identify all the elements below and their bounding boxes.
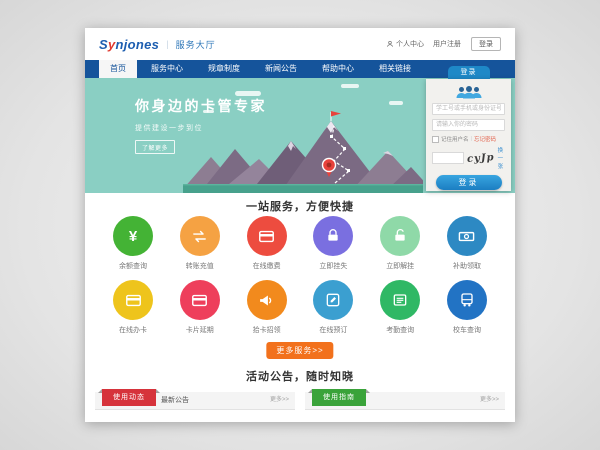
logo-prefix: S bbox=[99, 37, 108, 52]
service-label: 余额查询 bbox=[109, 261, 157, 271]
announcements-right-panel: 使用指南 更多>> bbox=[305, 392, 505, 410]
service-transfer-recharge[interactable]: 转账充值 bbox=[176, 216, 224, 271]
announcements-section-title: 活动公告，随时知晓 bbox=[85, 368, 515, 384]
remember-separator: | bbox=[471, 136, 472, 142]
transfer-arrows-icon bbox=[180, 216, 220, 256]
service-lost-card-claim[interactable]: 拾卡招领 bbox=[243, 280, 291, 335]
services-row-2: 在线办卡 卡片延期 拾卡招领 在线预订 bbox=[109, 280, 491, 335]
service-label: 立即挂失 bbox=[309, 261, 357, 271]
service-label: 在线预订 bbox=[309, 325, 357, 335]
login-panel-body: 记住用户名 | 忘记密码 cyJp 换一张 登录 bbox=[426, 79, 511, 191]
service-balance-inquiry[interactable]: ¥ 余额查询 bbox=[109, 216, 157, 271]
portal-page: Synjones | 服务大厅 个人中心 用户注册 登录 首页 服务中心 规章制… bbox=[85, 28, 515, 422]
card-icon bbox=[113, 280, 153, 320]
service-subsidy-collection[interactable]: 补助领取 bbox=[443, 216, 491, 271]
remember-label: 记住用户名 bbox=[441, 135, 469, 143]
remember-checkbox[interactable] bbox=[432, 136, 439, 143]
login-submit-button[interactable]: 登录 bbox=[436, 175, 502, 190]
nav-item-home[interactable]: 首页 bbox=[99, 60, 137, 78]
hero-subtitle: 提供建设一步到位 bbox=[135, 123, 267, 133]
service-label: 转账充值 bbox=[176, 261, 224, 271]
service-unfreeze-card[interactable]: 立即解挂 bbox=[376, 216, 424, 271]
megaphone-icon bbox=[247, 280, 287, 320]
captcha-image: cyJp bbox=[467, 152, 495, 165]
logo-rest: njones bbox=[116, 37, 160, 52]
tab-usage-news[interactable]: 使用动态 bbox=[102, 389, 156, 406]
username-input[interactable] bbox=[432, 103, 505, 115]
nav-item-help[interactable]: 帮助中心 bbox=[311, 60, 365, 78]
yen-icon: ¥ bbox=[113, 216, 153, 256]
banknote-icon bbox=[447, 216, 487, 256]
service-label: 拾卡招领 bbox=[243, 325, 291, 335]
list-icon bbox=[380, 280, 420, 320]
cloud bbox=[389, 101, 403, 105]
service-attendance-inquiry[interactable]: 考勤查询 bbox=[376, 280, 424, 335]
header: Synjones | 服务大厅 个人中心 用户注册 登录 bbox=[85, 28, 515, 60]
personal-center-link[interactable]: 个人中心 bbox=[386, 39, 424, 49]
unlock-icon bbox=[380, 216, 420, 256]
hero-cta-button[interactable]: 了解更多 bbox=[135, 140, 175, 154]
nav-item-links[interactable]: 相关链接 bbox=[368, 60, 422, 78]
captcha-refresh-link[interactable]: 换一张 bbox=[498, 146, 505, 170]
login-panel: 登录 记住用户名 | 忘记密码 bbox=[426, 66, 511, 191]
card-icon bbox=[180, 280, 220, 320]
service-online-payment[interactable]: 在线缴费 bbox=[243, 216, 291, 271]
service-label: 卡片延期 bbox=[176, 325, 224, 335]
nav-item-service-center[interactable]: 服务中心 bbox=[140, 60, 194, 78]
hero-title: 你身边的卡管专家 bbox=[135, 96, 267, 116]
captcha-input[interactable] bbox=[432, 152, 464, 164]
service-school-bus-inquiry[interactable]: 校车查询 bbox=[443, 280, 491, 335]
nav-item-rules[interactable]: 规章制度 bbox=[197, 60, 251, 78]
captcha-row: cyJp 换一张 bbox=[432, 146, 505, 170]
password-input[interactable] bbox=[432, 119, 505, 131]
tab-usage-guide[interactable]: 使用指南 bbox=[312, 389, 366, 406]
tab-latest-announcements[interactable]: 最新公告 bbox=[161, 392, 189, 409]
header-login-button[interactable]: 登录 bbox=[471, 37, 501, 51]
cloud bbox=[341, 84, 359, 88]
header-divider: | bbox=[166, 39, 168, 49]
service-label: 考勤查询 bbox=[376, 325, 424, 335]
logo[interactable]: Synjones bbox=[99, 37, 159, 52]
register-link[interactable]: 用户注册 bbox=[433, 39, 461, 49]
service-label: 在线缴费 bbox=[243, 261, 291, 271]
bus-icon bbox=[447, 280, 487, 320]
screenshot-stage: Synjones | 服务大厅 个人中心 用户注册 登录 首页 服务中心 规章制… bbox=[0, 0, 600, 450]
services-row-1: ¥ 余额查询 转账充值 在线缴费 立即挂失 bbox=[109, 216, 491, 271]
logo-accent-mark: y bbox=[108, 37, 116, 52]
site-name: 服务大厅 bbox=[176, 38, 216, 51]
nav-item-news[interactable]: 新闻公告 bbox=[254, 60, 308, 78]
hero-text: 你身边的卡管专家 提供建设一步到位 了解更多 bbox=[135, 96, 267, 155]
right-more-link[interactable]: 更多>> bbox=[480, 392, 499, 409]
announcements-left-panel: 使用动态 最新公告 更多>> bbox=[95, 392, 295, 410]
service-label: 在线办卡 bbox=[109, 325, 157, 335]
service-report-loss[interactable]: 立即挂失 bbox=[309, 216, 357, 271]
service-label: 补助领取 bbox=[443, 261, 491, 271]
services-section-title: 一站服务，方便快捷 bbox=[85, 198, 515, 214]
register-label: 用户注册 bbox=[433, 39, 461, 49]
edit-icon bbox=[313, 280, 353, 320]
left-more-link[interactable]: 更多>> bbox=[270, 392, 289, 409]
lock-icon bbox=[313, 216, 353, 256]
service-label: 立即解挂 bbox=[376, 261, 424, 271]
service-label: 校车查询 bbox=[443, 325, 491, 335]
forgot-password-link[interactable]: 忘记密码 bbox=[474, 135, 496, 143]
card-icon bbox=[247, 216, 287, 256]
remember-row: 记住用户名 | 忘记密码 bbox=[432, 135, 505, 143]
person-icon bbox=[386, 40, 394, 48]
service-online-booking[interactable]: 在线预订 bbox=[309, 280, 357, 335]
more-services-button[interactable]: 更多服务>> bbox=[266, 342, 333, 359]
login-tab[interactable]: 登录 bbox=[448, 66, 490, 79]
users-icon bbox=[432, 85, 505, 99]
service-card-renewal[interactable]: 卡片延期 bbox=[176, 280, 224, 335]
personal-center-label: 个人中心 bbox=[396, 39, 424, 49]
service-online-card-apply[interactable]: 在线办卡 bbox=[109, 280, 157, 335]
